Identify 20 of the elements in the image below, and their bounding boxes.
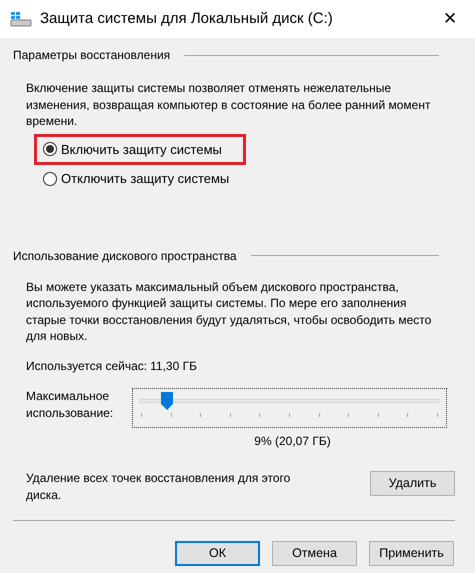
delete-button[interactable]: Удалить [370, 470, 455, 496]
usage-label: Используется сейчас: [26, 358, 148, 374]
drive-icon [10, 11, 32, 27]
dialog-button[interactable]: Отмена [272, 540, 357, 566]
slider-thumb[interactable] [160, 392, 173, 410]
radio-option[interactable]: Включить защиту системы [34, 134, 246, 165]
slider-label: Максимальное использование: [26, 388, 114, 422]
slider-reading: 9% (20,07 ГБ) [253, 432, 332, 450]
slider[interactable] [132, 388, 447, 428]
dialog-button[interactable]: ОК [175, 540, 260, 566]
section-heading: Использование дискового пространства [13, 248, 237, 264]
description-text: Включение защиты системы позволяет отменять нежелательные изменения, возвращая компьютер в состояние на более ранний момент времени. [25, 80, 432, 130]
window-title: Защита системы для Локальный диск (C:) [40, 8, 334, 29]
section-heading: Параметры восстановления [13, 47, 170, 64]
dialog-button[interactable]: Применить [369, 540, 454, 566]
usage-value: 11,30 ГБ [150, 358, 197, 374]
close-button[interactable]: ✕ [437, 6, 463, 32]
radio-option[interactable]: Отключить защиту системы [34, 163, 246, 194]
delete-description: Удаление всех точек восстановления для этого диска. [26, 470, 292, 504]
description-text: Вы можете указать максимальный объем дискового пространства, используемого функцией защиты системы. По мере его заполнения старые точки восстановления будут удаляться, чтобы освободить место для новых. [25, 278, 432, 344]
